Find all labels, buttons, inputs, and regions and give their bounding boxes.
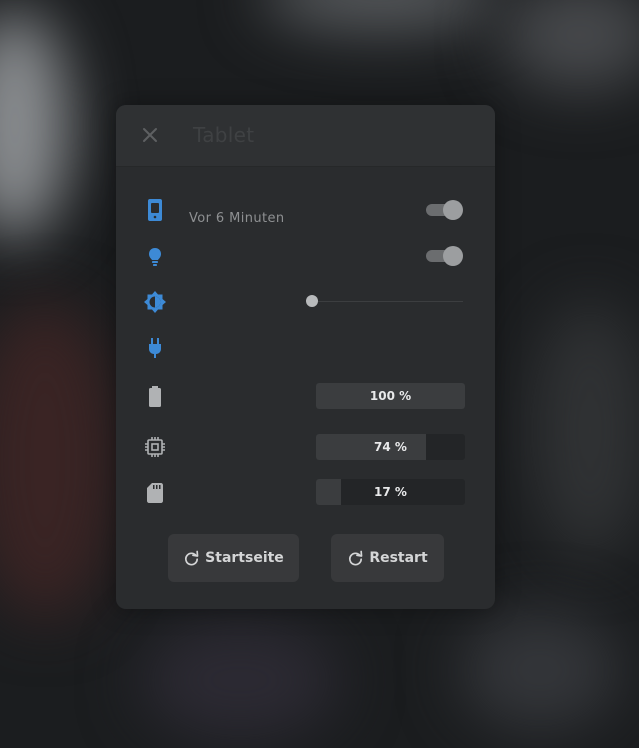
dialog-header: Tablet [116, 105, 495, 167]
screen-toggle[interactable] [426, 245, 463, 267]
tablet-icon [148, 199, 162, 221]
status-toggle[interactable] [426, 199, 463, 221]
close-button[interactable] [138, 123, 162, 147]
lightbulb-icon [149, 248, 161, 266]
ram-percent: 74 % [374, 440, 407, 454]
brightness-slider-track[interactable] [311, 301, 463, 302]
restart-icon [349, 550, 363, 565]
restart-button[interactable]: Restart [331, 534, 444, 582]
last-seen-value: Vor 6 Minuten [189, 211, 285, 226]
battery-icon [149, 386, 161, 407]
restart-icon [185, 550, 199, 565]
plug-icon [149, 338, 161, 358]
battery-progress-bar: 100 % [316, 383, 465, 409]
battery-percent: 100 % [369, 389, 412, 403]
restart-button-label: Restart [369, 550, 428, 566]
sd-card-icon [147, 483, 163, 503]
storage-percent: 17 % [374, 485, 407, 499]
chip-icon [145, 437, 165, 457]
ram-progress-bar: 74 % [316, 434, 465, 460]
tablet-dialog: Tablet Vor 6 Minuten 100 % 74 % 17 % Sta… [116, 105, 495, 609]
dialog-title: Tablet [193, 123, 255, 147]
home-button[interactable]: Startseite [168, 534, 299, 582]
storage-progress-bar: 17 % [316, 479, 465, 505]
close-icon [143, 128, 157, 142]
brightness-slider-handle[interactable] [306, 295, 318, 307]
home-button-label: Startseite [205, 550, 284, 566]
brightness-icon [144, 291, 166, 313]
